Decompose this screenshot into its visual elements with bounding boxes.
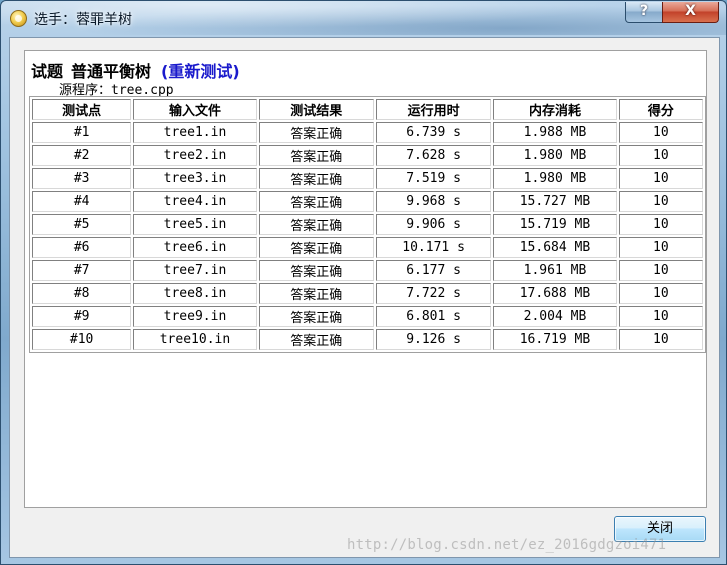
watermark-text: http://blog.csdn.net/ez_2016gdgzoi471 <box>347 537 667 553</box>
cell-input-file: tree9.in <box>133 306 257 327</box>
table-row: #9 tree9.in 答案正确 6.801 s 2.004 MB 10 <box>32 306 703 327</box>
header-memory: 内存消耗 <box>493 99 617 120</box>
cell-time: 6.801 s <box>375 306 492 327</box>
cell-memory: 1.961 MB <box>493 260 617 281</box>
cell-test-point: #6 <box>32 237 132 258</box>
table-row: #1 tree1.in 答案正确 6.739 s 1.988 MB 10 <box>32 122 703 143</box>
cell-input-file: tree5.in <box>133 214 257 235</box>
cell-score: 10 <box>618 191 703 212</box>
cell-score: 10 <box>618 260 703 281</box>
table-row: #3 tree3.in 答案正确 7.519 s 1.980 MB 10 <box>32 168 703 189</box>
cell-input-file: tree10.in <box>133 329 257 350</box>
cell-score: 10 <box>618 214 703 235</box>
cell-result: 答案正确 <box>258 237 374 258</box>
cell-input-file: tree4.in <box>133 191 257 212</box>
table-row: #8 tree8.in 答案正确 7.722 s 17.688 MB 10 <box>32 283 703 304</box>
cell-test-point: #2 <box>32 145 132 166</box>
cell-result: 答案正确 <box>258 283 374 304</box>
header-run-time: 运行用时 <box>375 99 492 120</box>
cell-input-file: tree6.in <box>133 237 257 258</box>
cell-result: 答案正确 <box>258 122 374 143</box>
cell-time: 9.126 s <box>375 329 492 350</box>
cell-result: 答案正确 <box>258 306 374 327</box>
cell-result: 答案正确 <box>258 191 374 212</box>
cell-score: 10 <box>618 145 703 166</box>
cell-memory: 2.004 MB <box>493 306 617 327</box>
cell-test-point: #9 <box>32 306 132 327</box>
dialog-window: 选手：蓉罪羊树 ? X 试题 普通平衡树 (重新测试) 源程序：tree.cpp 测… <box>0 0 727 565</box>
help-button[interactable]: ? <box>625 2 663 23</box>
table-row: #10 tree10.in 答案正确 9.126 s 16.719 MB 10 <box>32 329 703 350</box>
cell-test-point: #4 <box>32 191 132 212</box>
cell-test-point: #10 <box>32 329 132 350</box>
cell-time: 10.171 s <box>375 237 492 258</box>
table-row: #5 tree5.in 答案正确 9.906 s 15.719 MB 10 <box>32 214 703 235</box>
cell-memory: 15.727 MB <box>493 191 617 212</box>
header-test-result: 测试结果 <box>258 99 374 120</box>
cell-test-point: #5 <box>32 214 132 235</box>
cell-memory: 17.688 MB <box>493 283 617 304</box>
table-row: #6 tree6.in 答案正确 10.171 s 15.684 MB 10 <box>32 237 703 258</box>
cell-result: 答案正确 <box>258 214 374 235</box>
results-table: 测试点 输入文件 测试结果 运行用时 内存消耗 得分 #1 tree1.in 答… <box>29 96 706 353</box>
cell-memory: 1.988 MB <box>493 122 617 143</box>
cell-input-file: tree8.in <box>133 283 257 304</box>
cell-time: 6.177 s <box>375 260 492 281</box>
cell-time: 7.519 s <box>375 168 492 189</box>
cell-score: 10 <box>618 237 703 258</box>
cell-input-file: tree7.in <box>133 260 257 281</box>
close-window-button[interactable]: X <box>662 2 719 23</box>
window-title: 选手：蓉罪羊树 <box>34 12 132 28</box>
cell-test-point: #8 <box>32 283 132 304</box>
table-header-row: 测试点 输入文件 测试结果 运行用时 内存消耗 得分 <box>32 99 703 120</box>
header-score: 得分 <box>618 99 703 120</box>
cell-input-file: tree3.in <box>133 168 257 189</box>
cell-test-point: #1 <box>32 122 132 143</box>
cell-memory: 15.719 MB <box>493 214 617 235</box>
table-row: #2 tree2.in 答案正确 7.628 s 1.980 MB 10 <box>32 145 703 166</box>
cell-result: 答案正确 <box>258 260 374 281</box>
cell-memory: 1.980 MB <box>493 168 617 189</box>
table-row: #7 tree7.in 答案正确 6.177 s 1.961 MB 10 <box>32 260 703 281</box>
cell-score: 10 <box>618 122 703 143</box>
cell-time: 7.628 s <box>375 145 492 166</box>
cell-time: 6.739 s <box>375 122 492 143</box>
app-icon <box>10 10 27 27</box>
cell-input-file: tree1.in <box>133 122 257 143</box>
cell-time: 9.906 s <box>375 214 492 235</box>
cell-result: 答案正确 <box>258 145 374 166</box>
cell-score: 10 <box>618 329 703 350</box>
cell-result: 答案正确 <box>258 329 374 350</box>
table-row: #4 tree4.in 答案正确 9.968 s 15.727 MB 10 <box>32 191 703 212</box>
result-panel: 试题 普通平衡树 (重新测试) 源程序：tree.cpp 测试点 输入文件 测试结果… <box>24 50 707 508</box>
cell-input-file: tree2.in <box>133 145 257 166</box>
header-input-file: 输入文件 <box>133 99 257 120</box>
dialog-client-area: 试题 普通平衡树 (重新测试) 源程序：tree.cpp 测试点 输入文件 测试结果… <box>9 37 720 558</box>
cell-score: 10 <box>618 283 703 304</box>
cell-score: 10 <box>618 168 703 189</box>
cell-memory: 1.980 MB <box>493 145 617 166</box>
cell-memory: 16.719 MB <box>493 329 617 350</box>
cell-result: 答案正确 <box>258 168 374 189</box>
cell-test-point: #3 <box>32 168 132 189</box>
cell-time: 9.968 s <box>375 191 492 212</box>
cell-memory: 15.684 MB <box>493 237 617 258</box>
header-test-point: 测试点 <box>32 99 132 120</box>
cell-time: 7.722 s <box>375 283 492 304</box>
cell-test-point: #7 <box>32 260 132 281</box>
title-bar[interactable]: 选手：蓉罪羊树 ? X <box>1 1 726 35</box>
cell-score: 10 <box>618 306 703 327</box>
